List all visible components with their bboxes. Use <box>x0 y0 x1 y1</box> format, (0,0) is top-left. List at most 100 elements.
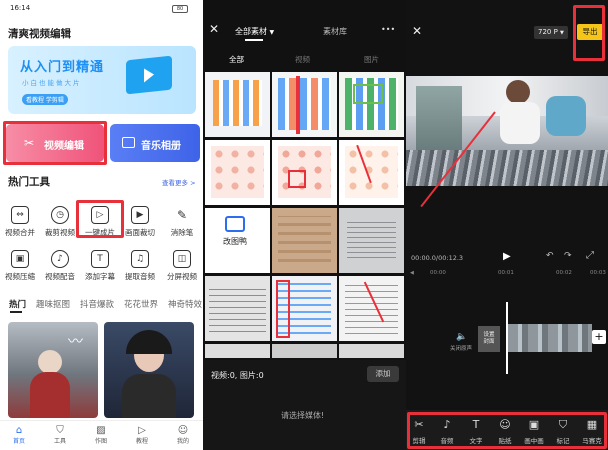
preview-water <box>406 150 608 186</box>
tab-magic-effects[interactable]: 神奇特效 <box>168 298 202 310</box>
battery-icon: 80 <box>172 5 188 13</box>
close-icon[interactable]: ✕ <box>412 24 422 38</box>
tool-crop-frame[interactable]: ▶ 画面裁切 <box>120 206 160 238</box>
template-card-portrait[interactable] <box>104 322 194 418</box>
tool-split-screen[interactable]: ◫ 分屏视频 <box>162 250 202 282</box>
tool-subtitle[interactable]: T 添加字幕 <box>80 250 120 282</box>
thumb-content <box>347 218 396 258</box>
user-icon: ☺ <box>177 425 189 436</box>
selection-count: 视频:0, 图片:0 <box>211 371 264 380</box>
image-icon: ▨ <box>96 425 106 436</box>
trim-icon: ◷ <box>51 206 69 224</box>
tool-extract-audio[interactable]: ♫ 提取音频 <box>120 250 160 282</box>
merge-icon: ⇔ <box>11 206 29 224</box>
empty-hint: 请选择媒体! <box>281 411 325 420</box>
media-thumb[interactable] <box>205 276 270 341</box>
close-icon[interactable]: ✕ <box>209 22 219 36</box>
ruler-mark: 00:01 <box>498 270 514 276</box>
tab-underline <box>245 39 263 41</box>
music-album-button[interactable]: 音乐相册 <box>110 124 200 162</box>
nav-tutorial[interactable]: ▷ 教程 <box>134 425 150 445</box>
thumb-content <box>213 80 262 126</box>
thumb-content <box>211 146 264 198</box>
media-thumb[interactable] <box>339 276 404 341</box>
dropdown-icon: ▼ <box>560 30 564 36</box>
highlight-one-click <box>76 200 124 238</box>
ruler-mark: 00:02 <box>556 270 572 276</box>
tab-fun-cutout[interactable]: 趣味抠图 <box>36 298 70 310</box>
fullscreen-icon[interactable]: ⤢ <box>586 250 594 261</box>
text-icon: T <box>91 250 109 268</box>
see-more-link[interactable]: 查看更多 > <box>162 177 196 187</box>
nav-home[interactable]: ⌂ 首页 <box>11 425 27 445</box>
resolution-dropdown[interactable]: 720 P ▼ <box>534 26 568 39</box>
video-editor-screen: ✕ 720 P ▼ 导出 00:00.0/00:12.3 ▶ ↶ ↷ ⤢ ◀ 0… <box>406 0 608 450</box>
highlight-toolbar <box>407 412 607 449</box>
media-thumb[interactable] <box>272 208 337 273</box>
nav-tools[interactable]: ⛉ 工具 <box>52 425 68 445</box>
tab-hot[interactable]: 热门 <box>9 298 26 310</box>
media-thumb[interactable] <box>339 72 404 137</box>
media-thumb[interactable] <box>272 140 337 205</box>
filter-image[interactable]: 图片 <box>364 54 379 65</box>
undo-icon[interactable]: ↶ <box>546 251 554 261</box>
thumb-content <box>278 78 331 130</box>
redo-icon[interactable]: ↷ <box>564 251 572 261</box>
media-thumb[interactable] <box>272 344 337 358</box>
bottom-nav: ⌂ 首页 ⛉ 工具 ▨ 作图 ▷ 教程 ☺ 我的 <box>0 420 203 450</box>
play-icon[interactable]: ▶ <box>503 251 511 262</box>
mic-icon: ♪ <box>51 250 69 268</box>
annotation-box <box>353 84 383 104</box>
library-tab[interactable]: 素材库 <box>323 26 347 37</box>
music-album-label: 音乐相册 <box>141 141 181 152</box>
annotation-box <box>276 280 290 338</box>
calligraphy-graphic: 〰 <box>68 332 84 350</box>
filter-video[interactable]: 视频 <box>295 54 310 65</box>
promo-banner[interactable]: 从入门到精通 小白也能做大片 看教程 学剪辑 <box>8 46 196 114</box>
portrait-face <box>38 350 62 374</box>
tool-dubbing[interactable]: ♪ 视频配音 <box>40 250 80 282</box>
nav-mine[interactable]: ☺ 我的 <box>175 425 191 445</box>
ruler-start-marker: ◀ <box>410 270 414 276</box>
media-thumb[interactable] <box>205 140 270 205</box>
selection-tray: 视频:0, 图片:0 添加 请选择媒体! <box>203 360 406 450</box>
speaker-icon[interactable]: 🔈 <box>456 332 467 342</box>
album-selector[interactable]: 全部素材 ▼ <box>235 26 274 37</box>
ruler-mark: 00:00 <box>430 270 446 276</box>
media-thumb[interactable] <box>205 344 270 358</box>
status-time: 16:14 <box>10 4 31 12</box>
banner-video-graphic <box>126 55 172 95</box>
child-body-2 <box>546 96 586 136</box>
add-button[interactable]: 添加 <box>367 366 399 382</box>
home-icon: ⌂ <box>15 425 23 436</box>
tool-trim-video[interactable]: ◷ 裁剪视频 <box>40 206 80 238</box>
video-preview[interactable] <box>406 76 608 186</box>
media-thumb[interactable] <box>339 140 404 205</box>
tool-compress[interactable]: ▣ 视频压缩 <box>0 250 40 282</box>
banner-title: 从入门到精通 <box>20 60 105 75</box>
thumb-content <box>345 146 398 198</box>
tool-eraser[interactable]: ✎ 消除笔 <box>162 206 202 238</box>
more-icon[interactable]: ••• <box>381 25 395 34</box>
tab-douyin[interactable]: 抖音爆款 <box>80 298 114 310</box>
split-screen-icon: ◫ <box>173 250 191 268</box>
media-thumb[interactable] <box>272 72 337 137</box>
media-thumb[interactable] <box>339 208 404 273</box>
crop-icon: ▶ <box>131 206 149 224</box>
set-cover-button[interactable]: 设置 封面 <box>478 326 500 352</box>
eraser-icon: ✎ <box>176 208 188 222</box>
template-card-snow[interactable]: 〰 <box>8 322 98 418</box>
portrait-hair <box>126 330 172 354</box>
tool-video-merge[interactable]: ⇔ 视频合并 <box>0 206 40 238</box>
thumb-content <box>278 216 331 262</box>
media-thumb[interactable] <box>205 72 270 137</box>
tab-flower-world[interactable]: 花花世界 <box>124 298 158 310</box>
media-thumb[interactable] <box>272 276 337 341</box>
add-clip-button[interactable]: + <box>592 330 606 344</box>
nav-design[interactable]: ▨ 作图 <box>93 425 109 445</box>
filter-all[interactable]: 全部 <box>229 54 244 65</box>
thumb-content <box>209 284 266 332</box>
video-clip-track[interactable] <box>508 324 592 352</box>
media-thumb[interactable]: 改图鸭 <box>205 208 270 273</box>
media-thumb[interactable] <box>339 344 404 358</box>
